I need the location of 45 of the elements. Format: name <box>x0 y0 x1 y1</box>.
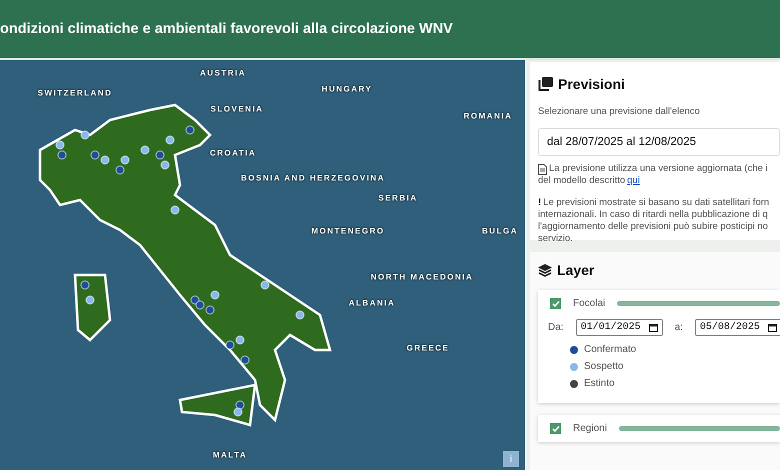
layer-label: Focolai <box>573 298 606 309</box>
warning-text: Le previsioni mostrate si basano su dati satellitari forn <box>543 197 770 209</box>
section-title: Previsioni <box>558 76 625 92</box>
country-label: HUNGARY <box>322 84 372 94</box>
country-label: ROMANIA <box>464 112 512 120</box>
date-label: a: <box>674 322 683 333</box>
layer-checkbox[interactable] <box>550 423 561 434</box>
country-label: AUSTRIA <box>200 68 246 78</box>
opacity-slider[interactable] <box>618 426 780 431</box>
country-label: NORTH MACEDONIA <box>370 272 474 282</box>
date-label: Da: <box>548 322 564 333</box>
legend-label: Estinto <box>584 378 615 389</box>
end-date-field[interactable]: 05/08/2025 <box>694 319 780 336</box>
page-title: ondizioni climatiche e ambientali favorevoli alla circolazione WNV <box>0 21 453 37</box>
country-label: SERBIA <box>378 194 418 202</box>
country-label: SWITZERLAND <box>38 88 112 98</box>
layers-icon <box>538 264 552 276</box>
country-label: BULGA <box>482 226 518 236</box>
country-label: MONTENEGRO <box>311 226 385 236</box>
country-label: MALTA <box>212 450 248 460</box>
layer-checkbox[interactable] <box>550 298 561 309</box>
country-label: CROATIA <box>210 148 256 158</box>
country-label: GREECE <box>406 344 450 352</box>
country-label: SLOVENIA <box>210 104 264 114</box>
country-label: ALBANIA <box>348 298 396 308</box>
model-link[interactable]: qui <box>627 175 640 187</box>
warning-mark: ! <box>538 197 542 209</box>
hint-text: Selezionare una previsione dall'elenco <box>538 106 701 117</box>
warning-text: l'aggiornamento delle previsioni può subire posticipi no <box>538 221 768 233</box>
opacity-slider[interactable] <box>617 301 780 306</box>
calendar-icon <box>648 323 658 332</box>
section-title: Layer <box>557 262 594 278</box>
layer-label: Regioni <box>573 423 607 434</box>
start-date-field[interactable]: 01/01/2025 <box>576 319 663 336</box>
note-text: del modello descritto <box>538 175 626 187</box>
warning-text: internazionali. In caso di ritardi nella pubblicazione di q <box>538 209 768 221</box>
legend-label: Confermato <box>584 344 636 355</box>
copy-icon <box>538 77 553 91</box>
document-icon <box>538 164 547 174</box>
warning-text: servizio. <box>538 233 573 245</box>
note-text: La previsione utilizza una versione aggiornata (che i <box>549 163 768 175</box>
country-label: BOSNIA AND HERZEGOVINA <box>241 174 385 182</box>
calendar-icon <box>768 323 777 332</box>
legend-label: Sospetto <box>584 361 624 372</box>
forecast-select[interactable]: dal 28/07/2025 al 12/08/2025 <box>538 128 780 156</box>
